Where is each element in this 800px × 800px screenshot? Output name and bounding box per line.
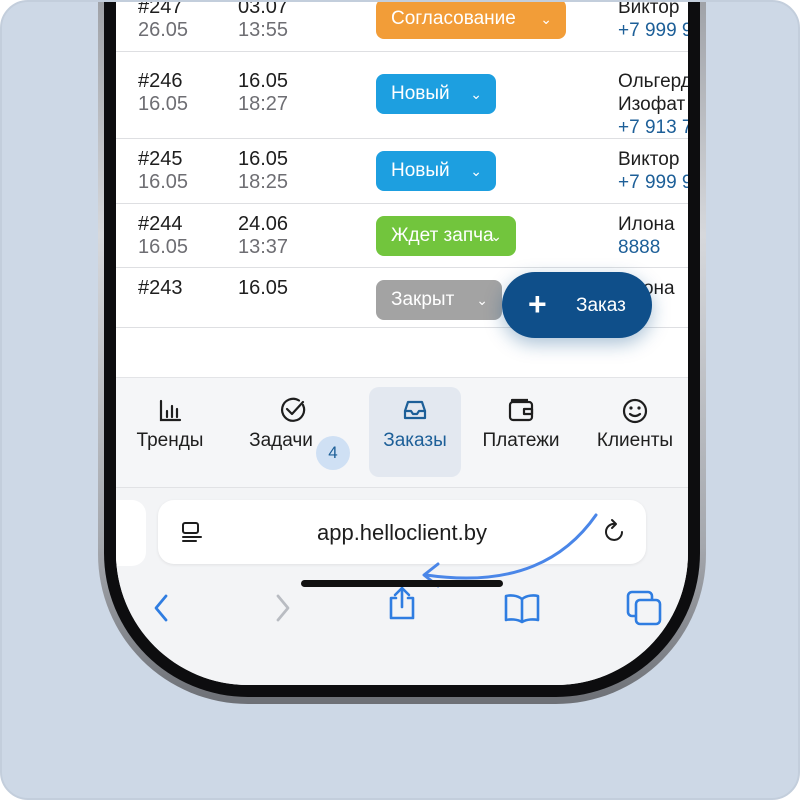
order-created-date: 16.05: [138, 236, 189, 258]
plus-icon: +: [528, 286, 547, 322]
order-number: #243: [138, 277, 183, 299]
order-created-date: 16.05: [138, 93, 189, 115]
status-dropdown[interactable]: Закрыт ⌄: [376, 280, 502, 320]
order-created-date: 26.05: [138, 19, 189, 41]
nav-item-clients[interactable]: Клиенты: [582, 378, 688, 488]
nav-item-payments[interactable]: Платежи: [468, 378, 574, 488]
status-dropdown[interactable]: Новый ⌄: [376, 74, 496, 114]
status-dropdown[interactable]: Ждет запча ⌄: [376, 216, 516, 256]
background-card: #24830.0614.0713:32Закрыт⌄Виктор+7 999 9…: [0, 0, 800, 800]
order-created-date: 16.05: [138, 171, 189, 193]
client-name: Виктор: [618, 0, 680, 18]
back-icon[interactable]: [142, 588, 182, 628]
order-time: 13:55: [238, 19, 289, 41]
previous-tab-preview[interactable]: [116, 500, 146, 566]
order-row[interactable]: #246 16.05 16.05 18:27 Новый ⌄ Ольгерд Изофат +7…: [116, 52, 688, 139]
bar-chart-icon: [159, 399, 182, 422]
forward-icon[interactable]: [262, 588, 302, 628]
order-date: 03.07: [238, 0, 289, 18]
phone-screen: #24830.0614.0713:32Закрыт⌄Виктор+7 999 9…: [116, 0, 688, 685]
client-phone[interactable]: +7 999 9: [618, 171, 688, 194]
status-label: Новый: [391, 160, 450, 181]
client-name: Ольгерд: [618, 71, 688, 92]
order-date: 16.05: [238, 148, 289, 170]
status-dropdown[interactable]: Согласование ⌄: [376, 2, 566, 39]
order-row[interactable]: #244 16.05 24.06 13:37 Ждет запча ⌄ Илона 8888: [116, 204, 688, 268]
client-phone[interactable]: 8888: [618, 236, 660, 259]
hint-arrow: [422, 513, 598, 588]
client-name: Изофат: [618, 94, 686, 115]
status-label: Новый: [391, 83, 450, 104]
order-date: 16.05: [238, 277, 289, 299]
order-time: 13:37: [238, 236, 289, 258]
bottom-nav: Тренды Задачи 4 Заказы Платежи Клиенты: [116, 377, 688, 487]
status-label: Ждет запча: [391, 225, 494, 246]
chevron-down-icon: ⌄: [540, 11, 552, 27]
nav-label-clients: Клиенты: [596, 430, 674, 451]
chevron-down-icon: ⌄: [476, 292, 488, 308]
smile-icon: [622, 398, 648, 424]
order-row[interactable]: #245 16.05 16.05 18:25 Новый ⌄ Виктор +7 999 9: [116, 139, 688, 204]
nav-item-tasks[interactable]: Задачи 4: [226, 378, 366, 488]
order-date: 24.06: [238, 213, 289, 235]
order-row[interactable]: #247 26.05 03.07 13:55 Согласование ⌄ Виктор +7…: [116, 0, 688, 52]
nav-label-payments: Платежи: [482, 430, 560, 451]
order-date: 16.05: [238, 70, 289, 92]
order-time: 18:25: [238, 171, 289, 193]
new-order-button[interactable]: + Заказ: [502, 272, 652, 338]
client-name: Виктор: [618, 149, 680, 170]
nav-label-orders: Заказы: [383, 430, 447, 451]
new-order-label: Заказ: [576, 295, 626, 316]
status-label: Согласование: [391, 8, 516, 29]
wallet-icon: [508, 398, 534, 422]
nav-item-orders[interactable]: Заказы: [369, 387, 461, 477]
nav-label-trends: Тренды: [136, 430, 204, 451]
status-dropdown[interactable]: Новый ⌄: [376, 151, 496, 191]
order-number: #245: [138, 148, 183, 170]
nav-item-trends[interactable]: Тренды: [120, 378, 220, 488]
tasks-count-badge: 4: [316, 436, 350, 470]
chevron-down-icon: ⌄: [470, 163, 482, 179]
chevron-down-icon: ⌄: [490, 228, 502, 244]
inbox-icon: [403, 400, 427, 420]
client-phone[interactable]: +7 913 7: [618, 116, 688, 139]
order-number: #247: [138, 0, 183, 18]
status-label: Закрыт: [391, 289, 455, 310]
order-time: 18:27: [238, 93, 289, 115]
chevron-down-icon: ⌄: [470, 86, 482, 102]
check-circle-icon: [281, 397, 306, 422]
tabs-icon[interactable]: [624, 588, 664, 628]
order-number: #246: [138, 70, 183, 92]
client-name: Илона: [618, 214, 675, 235]
client-phone[interactable]: +7 999 9: [618, 19, 688, 42]
order-number: #244: [138, 213, 183, 235]
home-indicator: [301, 580, 503, 587]
